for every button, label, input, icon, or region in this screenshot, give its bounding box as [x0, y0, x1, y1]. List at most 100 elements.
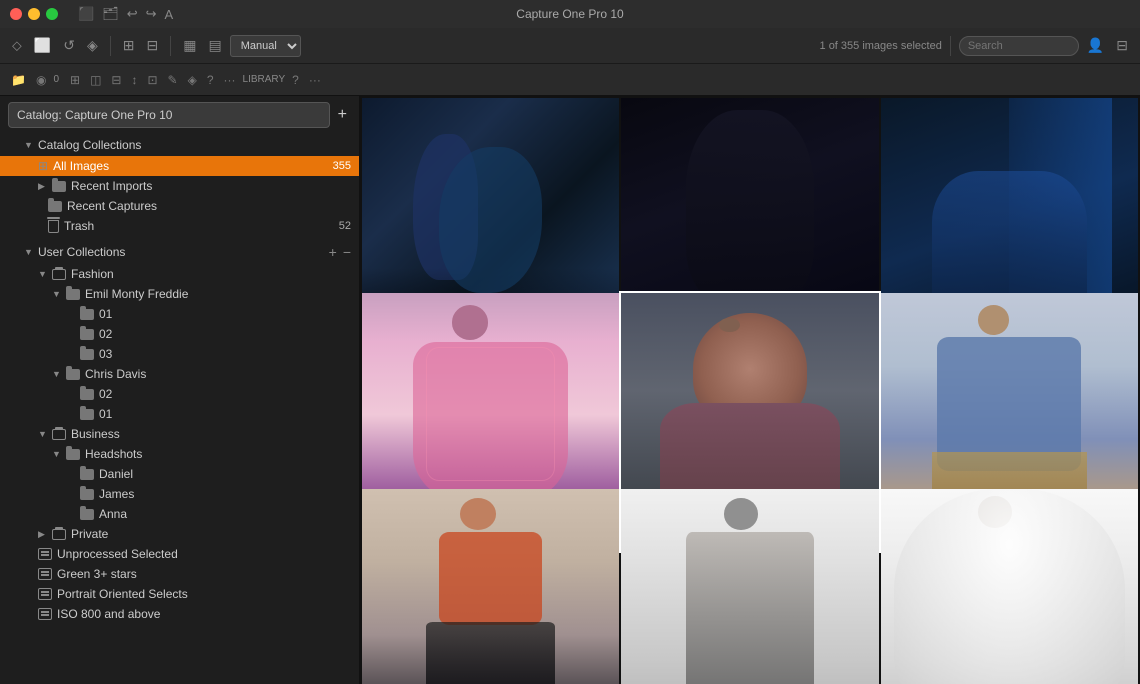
- image-cell-7[interactable]: ★★★★ MY_MAG_PO_MONTY_V031.jpg: [621, 489, 878, 684]
- tool-view1[interactable]: ▦: [179, 35, 200, 56]
- iso-label: ISO 800 and above: [57, 607, 351, 621]
- headshots-item[interactable]: ▼ Headshots: [0, 444, 359, 464]
- tool-e[interactable]: ⊡: [144, 71, 160, 89]
- folder-01b-label: 01: [99, 407, 351, 421]
- remove-collection-button[interactable]: −: [343, 244, 351, 260]
- folder-01b-item[interactable]: 01: [0, 404, 359, 424]
- help-icon[interactable]: ?: [204, 71, 217, 89]
- trash-icon: [48, 220, 59, 233]
- tool-levels[interactable]: ◈: [83, 35, 102, 56]
- add-collection-button[interactable]: +: [329, 244, 337, 260]
- tool-crop[interactable]: ⬜: [30, 35, 55, 56]
- green-stars-item[interactable]: Green 3+ stars: [0, 564, 359, 584]
- image-grid: ★★★★ Look 8_0028.jpg ★★★★ Look 8_0038 B.…: [360, 96, 1140, 684]
- folder-03a-item[interactable]: 03: [0, 344, 359, 364]
- iso-item[interactable]: ISO 800 and above: [0, 604, 359, 624]
- titlebar-toolbar: ⬛ 🗂 ↩ ↪ A: [78, 6, 173, 22]
- image-cell-6[interactable]: ★★★★ MY_MAG_PO_MONTY_V020.jpg: [362, 489, 619, 684]
- anna-item[interactable]: Anna: [0, 504, 359, 524]
- fashion-label: Fashion: [71, 267, 351, 281]
- close-button[interactable]: [10, 8, 22, 20]
- folder-02b-item[interactable]: 02: [0, 384, 359, 404]
- green-stars-label: Green 3+ stars: [57, 567, 351, 581]
- iso-icon: [38, 608, 52, 620]
- private-item[interactable]: ▶ Private: [0, 524, 359, 544]
- all-images-item[interactable]: ⊞ All Images 355: [0, 156, 359, 176]
- toolbar-icon-5[interactable]: A: [165, 7, 174, 22]
- recent-imports-item[interactable]: ▶ Recent Imports: [0, 176, 359, 196]
- slider-icon[interactable]: ⊟: [1112, 35, 1132, 56]
- divider-1: [110, 36, 111, 56]
- recent-captures-item[interactable]: Recent Captures: [0, 196, 359, 216]
- toolbar-icon-3[interactable]: ↩: [127, 6, 138, 22]
- user-icon[interactable]: 👤: [1083, 35, 1108, 56]
- maximize-button[interactable]: [46, 8, 58, 20]
- catalog-add-button[interactable]: +: [334, 106, 351, 124]
- unprocessed-icon: [38, 548, 52, 560]
- zoom-icon[interactable]: ◉: [33, 71, 49, 89]
- lib-icon[interactable]: 📁: [8, 71, 29, 89]
- folder-02a-item[interactable]: 02: [0, 324, 359, 344]
- toolbar-icon-1[interactable]: ⬛: [78, 6, 94, 22]
- main-area: Catalog: Capture One Pro 10 + ▼ Catalog …: [0, 96, 1140, 684]
- folder-02b-label: 02: [99, 387, 351, 401]
- main-toolbar: ⬦ ⬜ ↺ ◈ ⊞ ⊟ ▦ ▤ Manual 1 of 355 images s…: [0, 28, 1140, 64]
- toolbar-icon-2[interactable]: 🗂: [102, 6, 119, 22]
- fashion-chevron: ▼: [38, 269, 48, 279]
- catalog-collections-header[interactable]: ▼ Catalog Collections: [0, 134, 359, 156]
- james-icon: [80, 489, 94, 500]
- tool-g[interactable]: ◈: [185, 71, 200, 89]
- emil-chevron: ▼: [52, 289, 62, 299]
- anna-label: Anna: [99, 507, 351, 521]
- unprocessed-item[interactable]: Unprocessed Selected: [0, 544, 359, 564]
- all-images-label: All Images: [53, 159, 333, 173]
- lib-help[interactable]: ?: [289, 71, 302, 89]
- lib-label: LIBRARY: [243, 74, 286, 85]
- catalog-dropdown[interactable]: Catalog: Capture One Pro 10: [8, 102, 330, 128]
- more-icon[interactable]: ···: [221, 71, 239, 89]
- selection-status: 1 of 355 images selected: [820, 40, 942, 52]
- recent-captures-icon: [48, 201, 62, 212]
- app-title: Capture One Pro 10: [516, 7, 623, 21]
- user-collections-label: User Collections: [38, 245, 329, 259]
- tool-f[interactable]: ✎: [165, 71, 181, 89]
- tool-cursor[interactable]: ⬦: [8, 35, 26, 56]
- portrait-item[interactable]: Portrait Oriented Selects: [0, 584, 359, 604]
- business-item[interactable]: ▼ Business: [0, 424, 359, 444]
- fashion-icon: [52, 269, 66, 280]
- divider-3: [950, 36, 951, 56]
- image-thumb-8: [881, 489, 1138, 684]
- image-cell-8[interactable]: ★★★★ MY_MAG_PO_MONTY_V045.jpg: [881, 489, 1138, 684]
- toolbar-icon-4[interactable]: ↪: [146, 6, 157, 22]
- tool-b[interactable]: ◫: [87, 71, 104, 89]
- mode-select[interactable]: Manual: [230, 35, 301, 57]
- chris-davis-item[interactable]: ▼ Chris Davis: [0, 364, 359, 384]
- minimize-button[interactable]: [28, 8, 40, 20]
- chris-davis-label: Chris Davis: [85, 367, 351, 381]
- unprocessed-label: Unprocessed Selected: [57, 547, 351, 561]
- search-input[interactable]: [959, 36, 1079, 56]
- tool-rotate[interactable]: ↺: [59, 35, 79, 56]
- business-icon: [52, 429, 66, 440]
- daniel-item[interactable]: Daniel: [0, 464, 359, 484]
- folder-03a-label: 03: [99, 347, 351, 361]
- tool-adjust[interactable]: ⊞: [119, 35, 139, 56]
- trash-count: 52: [339, 220, 351, 232]
- james-item[interactable]: James: [0, 484, 359, 504]
- tool-view2[interactable]: ▤: [204, 35, 225, 56]
- catalog-chevron-down: ▼: [24, 140, 34, 150]
- tool-wb[interactable]: ⊟: [143, 35, 163, 56]
- tool-c[interactable]: ⊟: [108, 71, 124, 89]
- fashion-item[interactable]: ▼ Fashion: [0, 264, 359, 284]
- secondary-toolbar: 📁 ◉ 0 ⊞ ◫ ⊟ ↕ ⊡ ✎ ◈ ? ··· LIBRARY ? ···: [0, 64, 1140, 96]
- tool-d[interactable]: ↕: [128, 71, 140, 89]
- tool-a[interactable]: ⊞: [67, 71, 83, 89]
- anna-icon: [80, 509, 94, 520]
- folder-01a-item[interactable]: 01: [0, 304, 359, 324]
- trash-item[interactable]: Trash 52: [0, 216, 359, 236]
- lib-more[interactable]: ···: [306, 71, 324, 89]
- user-collections-header[interactable]: ▼ User Collections + −: [0, 240, 359, 264]
- emil-monty-item[interactable]: ▼ Emil Monty Freddie: [0, 284, 359, 304]
- private-icon: [52, 529, 66, 540]
- folder-03a-icon: [80, 349, 94, 360]
